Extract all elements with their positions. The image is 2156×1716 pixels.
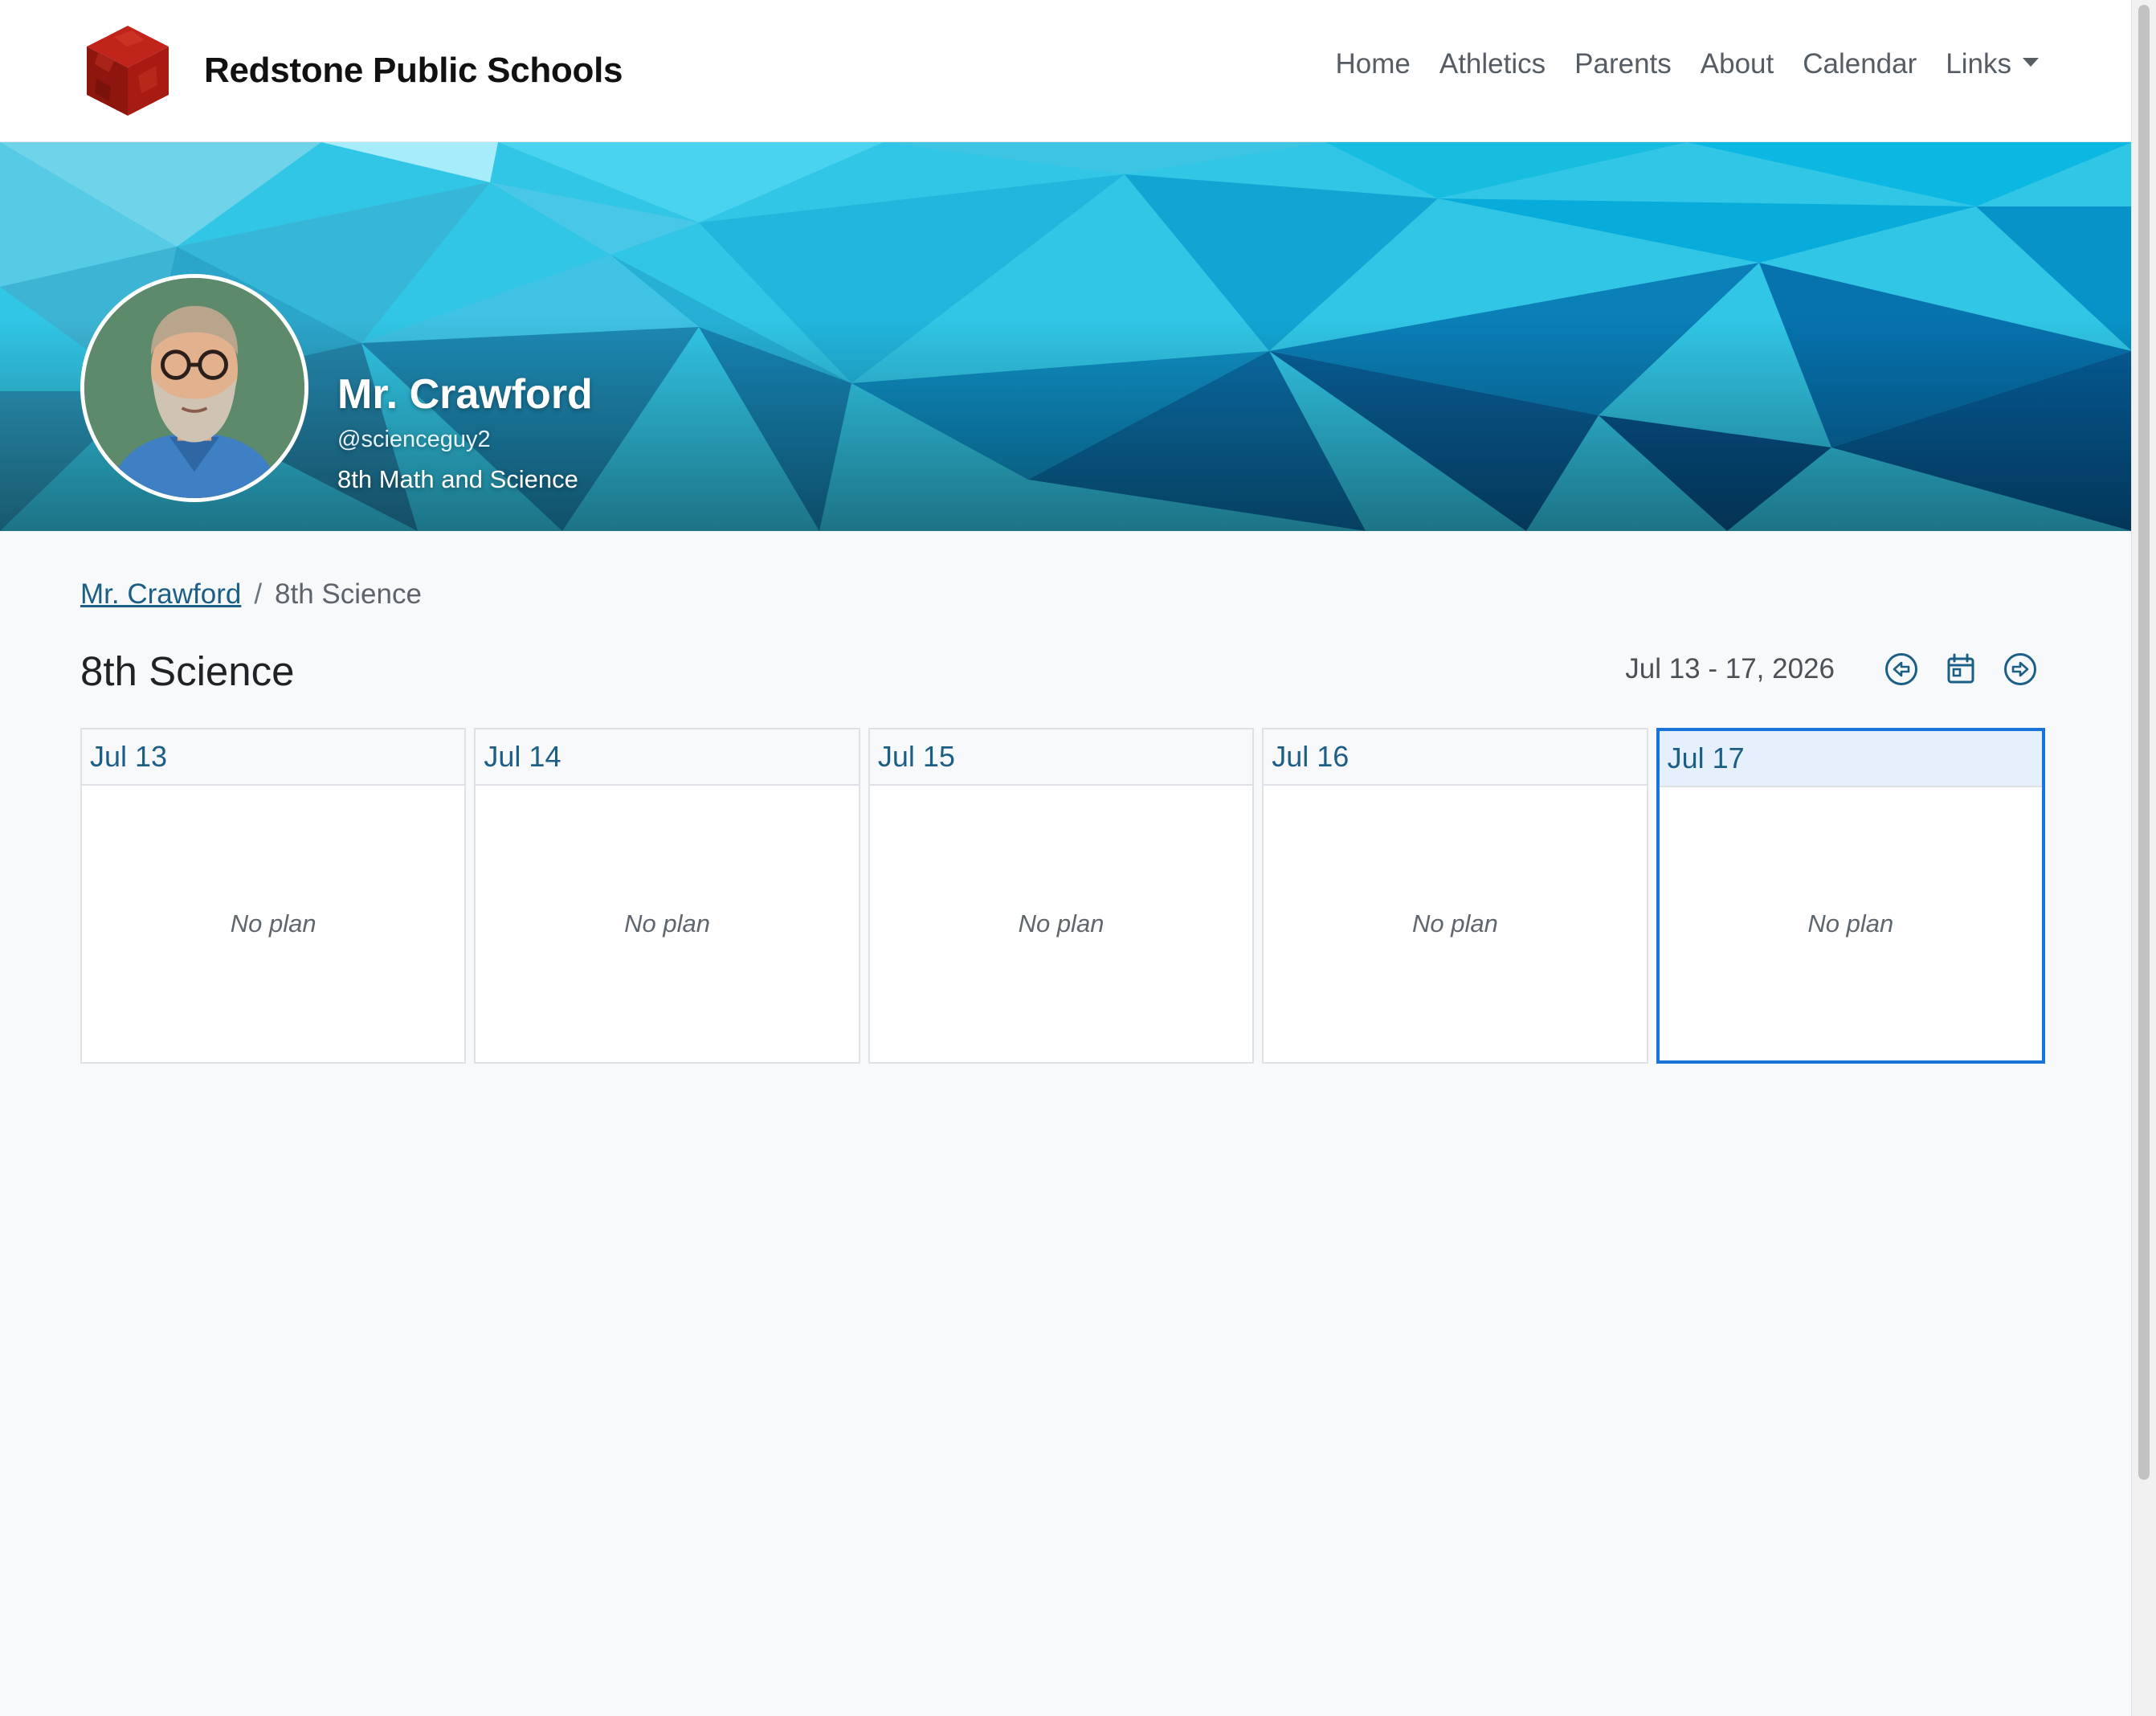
day-header[interactable]: Jul 13: [82, 729, 465, 786]
avatar: [80, 274, 308, 502]
arrow-right-circle-icon: [2004, 653, 2036, 685]
teacher-handle: @scienceguy2: [337, 427, 491, 452]
day-header[interactable]: Jul 16: [1264, 729, 1647, 786]
day-plan-empty: No plan: [230, 909, 316, 938]
day-plan-empty: No plan: [1018, 909, 1105, 938]
profile-info: Mr. Crawford @scienceguy2 8th Math and S…: [337, 370, 593, 497]
calendar-icon: [1947, 653, 1974, 684]
teacher-name: Mr. Crawford: [337, 371, 593, 418]
brand[interactable]: Redstone Public Schools: [82, 22, 623, 119]
nav-links-dropdown[interactable]: Links: [1946, 48, 2039, 80]
day-card-jul-15[interactable]: Jul 15 No plan: [868, 728, 1255, 1064]
site-name: Redstone Public Schools: [204, 51, 623, 90]
day-card-jul-13[interactable]: Jul 13 No plan: [80, 728, 467, 1064]
arrow-left-circle-icon: [1885, 653, 1917, 685]
nav-athletics[interactable]: Athletics: [1439, 48, 1546, 80]
vertical-scrollbar[interactable]: [2131, 0, 2156, 1716]
profile-hero: Mr. Crawford @scienceguy2 8th Math and S…: [0, 142, 2132, 531]
breadcrumb-current: 8th Science: [275, 578, 422, 610]
week-range: Jul 13 - 17, 2026: [1625, 653, 1835, 684]
next-week-button[interactable]: [2002, 651, 2039, 688]
previous-week-button[interactable]: [1883, 651, 1920, 688]
day-card-jul-16[interactable]: Jul 16 No plan: [1262, 728, 1648, 1064]
day-header[interactable]: Jul 15: [869, 729, 1253, 786]
day-header[interactable]: Jul 14: [476, 729, 859, 786]
page-title: 8th Science: [80, 648, 295, 694]
top-navbar: Redstone Public Schools Home Athletics P…: [0, 0, 2132, 142]
main-nav: Home Athletics Parents About Calendar Li…: [1335, 48, 2039, 80]
nav-about[interactable]: About: [1701, 48, 1774, 80]
week-grid: Jul 13 No plan Jul 14 No plan Jul 15 No …: [80, 728, 2046, 1064]
teacher-portrait-image: [84, 278, 304, 498]
day-plan-empty: No plan: [1411, 909, 1498, 938]
nav-home[interactable]: Home: [1335, 48, 1410, 80]
week-controls: Jul 13 - 17, 2026: [1625, 651, 2039, 688]
breadcrumb: Mr. Crawford / 8th Science: [80, 577, 422, 612]
nav-parents[interactable]: Parents: [1574, 48, 1672, 80]
day-card-jul-14[interactable]: Jul 14 No plan: [474, 728, 860, 1064]
red-cube-logo: [87, 26, 169, 116]
caret-down-icon: [2023, 58, 2039, 67]
day-card-jul-17-selected[interactable]: Jul 17 No plan: [1656, 728, 2046, 1064]
day-header[interactable]: Jul 17: [1659, 731, 2043, 787]
breadcrumb-teacher-link[interactable]: Mr. Crawford: [80, 578, 241, 610]
day-plan-empty: No plan: [624, 909, 711, 938]
day-plan-empty: No plan: [1807, 909, 1894, 938]
hero-background: [0, 142, 2132, 531]
calendar-picker-button[interactable]: [1942, 651, 1979, 688]
nav-calendar[interactable]: Calendar: [1803, 48, 1917, 80]
nav-links-label: Links: [1946, 48, 2011, 80]
scrollbar-thumb[interactable]: [2138, 5, 2150, 1480]
breadcrumb-separator: /: [254, 578, 263, 610]
teacher-subtitle: 8th Math and Science: [337, 465, 578, 493]
